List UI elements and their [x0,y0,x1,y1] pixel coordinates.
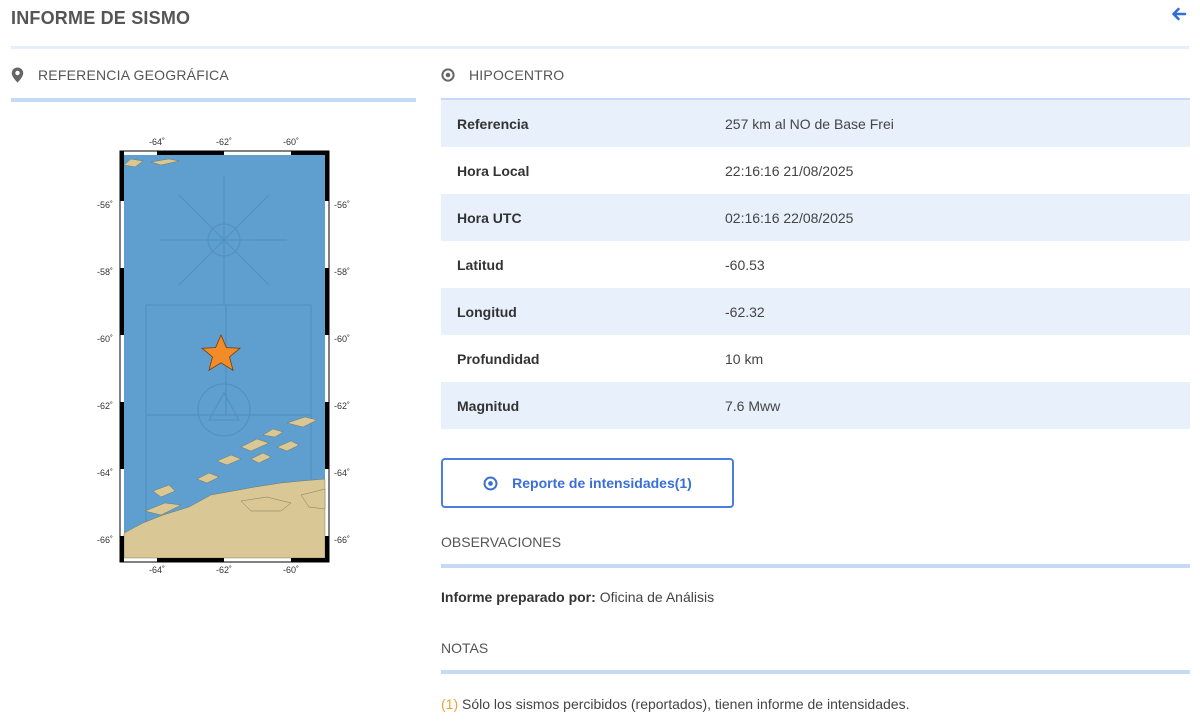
hypocenter-header: HIPOCENTRO [441,60,1190,90]
page-title: INFORME DE SISMO [11,8,191,28]
intensity-report-label: Reporte de intensidades(1) [512,475,692,491]
observations-section: OBSERVACIONES [441,532,1190,568]
hypocenter-row-label: Referencia [441,100,725,147]
lat-tick-right-5: -64˚ [334,468,350,478]
map-figure: -64˚ -62˚ -60˚ -64˚ -62˚ -60˚ -56˚ -58˚ … [97,137,350,575]
observations-bar [441,564,1190,568]
dot-circle-icon [483,476,498,490]
back-button[interactable] [1169,4,1189,24]
arrow-left-icon [1172,7,1187,21]
lat-tick-right-4: -62˚ [334,401,350,411]
lat-tick-right-3: -60˚ [334,334,350,344]
note-item: (1) Sólo los sismos percibidos (reportad… [441,696,909,712]
lon-tick-top-2: -62˚ [216,137,232,147]
hypocenter-row-label: Hora Local [457,162,530,179]
prepared-by-value: Oficina de Análisis [599,589,715,605]
hypocenter-row-value: 7.6 Mww [725,382,1190,429]
lat-tick-left-5: -64˚ [97,468,113,478]
lon-tick-bottom-1: -64˚ [149,565,165,575]
note-text: Sólo los sismos percibidos (reportados),… [462,696,910,712]
dot-circle-icon [441,68,455,82]
notes-title: NOTAS [441,640,489,656]
hypocenter-row-label: Magnitud [441,382,725,429]
hypocenter-section: HIPOCENTRO Referencia 257 km al NO de Bas… [441,60,1190,712]
hypocenter-row-label: Longitud [441,288,725,335]
hypocenter-row-label: Profundidad [457,350,540,367]
page-header: INFORME DE SISMO [11,0,1189,46]
epicenter-map: -64˚ -62˚ -60˚ -64˚ -62˚ -60˚ -56˚ -58˚ … [91,135,366,575]
hypocenter-row-value: -60.53 [725,256,765,273]
intensity-report-button[interactable]: Reporte de intensidades(1) [441,458,734,508]
prepared-by: Informe preparado por: Oficina de Anális… [441,589,714,605]
lat-tick-left-4: -62˚ [97,401,113,411]
geo-reference-header: REFERENCIA GEOGRÁFICA [11,60,416,90]
lat-tick-left-3: -60˚ [97,334,113,344]
header-divider [11,46,1189,49]
hypocenter-row: Latitud -60.53 [441,241,1190,288]
observations-title: OBSERVACIONES [441,534,562,550]
lon-tick-top-3: -60˚ [283,137,299,147]
lat-tick-left-1: -56˚ [97,200,113,210]
hypocenter-row: Profundidad 10 km [441,335,1190,382]
lon-tick-bottom-3: -60˚ [283,565,299,575]
hypocenter-title: HIPOCENTRO [469,67,565,83]
lat-tick-left-2: -58˚ [97,267,113,277]
hypocenter-table: Referencia 257 km al NO de Base Frei Hora … [441,100,1190,429]
map-marker-icon [11,67,24,83]
hypocenter-row: Hora Local 22:16:16 21/08/2025 [441,147,1190,194]
lon-tick-bottom-2: -62˚ [216,565,232,575]
hypocenter-row: Magnitud 7.6 Mww [441,382,1190,429]
note-number: (1) [441,696,459,712]
geo-reference-bar [11,98,416,102]
geo-reference-title: REFERENCIA GEOGRÁFICA [38,67,229,83]
hypocenter-row-label: Hora UTC [441,194,725,241]
lat-tick-right-2: -58˚ [334,267,350,277]
geo-reference-section: REFERENCIA GEOGRÁFICA -64˚ -62˚ -60˚ -64… [11,60,416,575]
lat-tick-right-1: -56˚ [334,200,350,210]
notes-bar [441,670,1190,674]
hypocenter-row-value: 02:16:16 22/08/2025 [725,194,1190,241]
hypocenter-row-value: 10 km [725,350,764,367]
hypocenter-row: Hora UTC 02:16:16 22/08/2025 [441,194,1190,241]
lat-tick-left-6: -66˚ [97,535,113,545]
lon-tick-top-1: -64˚ [149,137,165,147]
hypocenter-row-value: 22:16:16 21/08/2025 [725,162,854,179]
hypocenter-row: Longitud -62.32 [441,288,1190,335]
hypocenter-row-label: Latitud [457,256,504,273]
hypocenter-row-value: 257 km al NO de Base Frei [725,100,1190,147]
hypocenter-row-value: -62.32 [725,288,1190,335]
lat-tick-right-6: -66˚ [334,535,350,545]
notes-section: NOTAS [441,638,1190,674]
hypocenter-row: Referencia 257 km al NO de Base Frei [441,100,1190,147]
prepared-by-label: Informe preparado por: [441,589,596,605]
